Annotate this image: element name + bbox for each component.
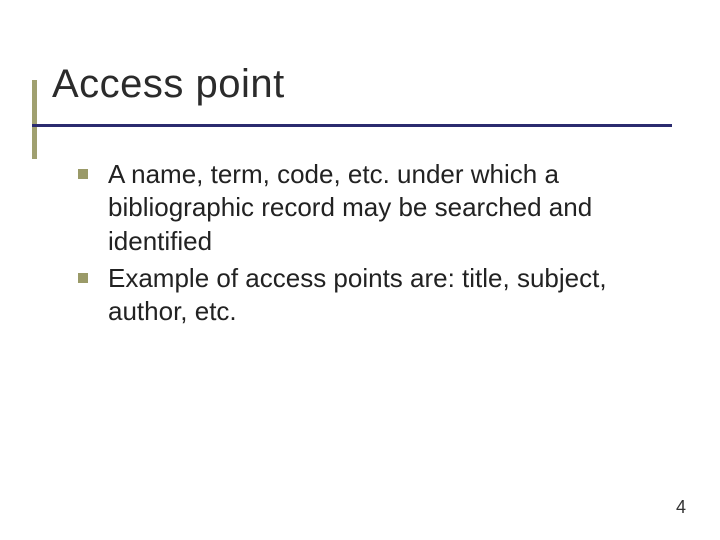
bullet-text: A name, term, code, etc. under which a b… (108, 158, 678, 258)
body-area: A name, term, code, etc. under which a b… (78, 158, 678, 332)
list-item: A name, term, code, etc. under which a b… (78, 158, 678, 258)
bullet-square-icon (78, 273, 88, 283)
slide: Access point A name, term, code, etc. un… (0, 0, 720, 540)
page-number: 4 (676, 497, 686, 518)
bullet-text: Example of access points are: title, sub… (108, 262, 678, 329)
bullet-square-icon (78, 169, 88, 179)
title-accent-bar-short (32, 127, 37, 159)
slide-title: Access point (52, 62, 285, 106)
title-accent-bar (32, 80, 37, 124)
list-item: Example of access points are: title, sub… (78, 262, 678, 329)
title-area: Access point (52, 62, 285, 107)
title-underline (32, 124, 672, 127)
